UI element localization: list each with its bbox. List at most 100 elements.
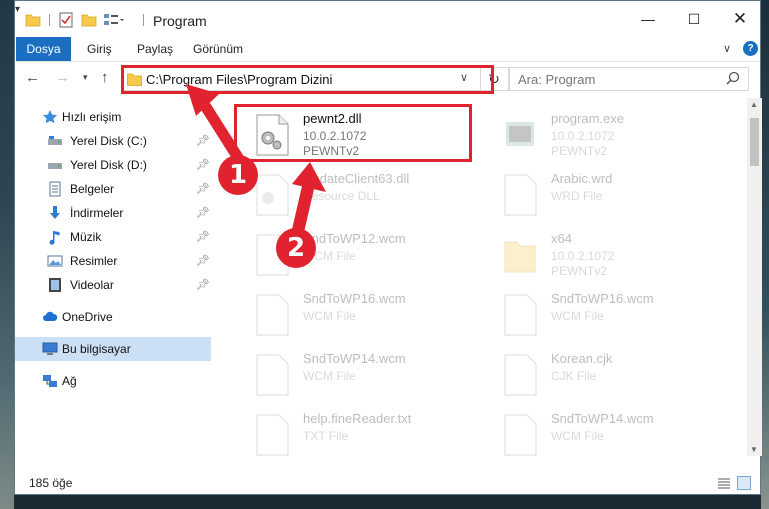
sidebar-item-downloads[interactable]: İndirmeler 📌︎ [15, 201, 211, 225]
properties-check-icon[interactable] [59, 12, 73, 28]
exe-file-icon [506, 122, 534, 146]
sidebar-item-this-pc[interactable]: Bu bilgisayar [15, 337, 211, 361]
file-tile[interactable]: help.fineReader.txt TXT File [227, 404, 467, 456]
folder-icon [504, 241, 536, 273]
pin-icon[interactable]: 📌︎ [196, 254, 210, 267]
music-icon [49, 231, 60, 245]
sidebar-item-network[interactable]: Ağ [15, 369, 211, 393]
minimize-button[interactable]: — [625, 1, 671, 37]
scroll-up-icon[interactable]: ▲ [750, 100, 758, 109]
file-name: x64 [551, 231, 572, 246]
file-description: PEWNTv2 [551, 264, 608, 278]
up-arrow-icon[interactable]: ↑ [101, 69, 109, 86]
navigation-pane: Hızlı erişim Yerel Disk (C:) 📌︎ Yerel Di… [15, 98, 211, 456]
vertical-scrollbar[interactable]: ▲ ▼ [747, 98, 762, 456]
file-name: SndToWP12.wcm [303, 231, 406, 246]
scrollbar-thumb[interactable] [750, 118, 759, 166]
file-name: SndToWP16.wcm [551, 291, 654, 306]
quick-access-dropdown-icon[interactable]: ▾ [15, 4, 20, 15]
tiles-view-icon[interactable] [737, 476, 751, 490]
separator [49, 14, 50, 26]
help-icon[interactable]: ? [743, 41, 758, 56]
folder-icon[interactable] [25, 12, 41, 28]
computer-icon [42, 342, 58, 355]
drive-icon [48, 136, 62, 145]
pin-icon[interactable]: 📌︎ [196, 158, 210, 171]
close-button[interactable]: ✕ [717, 1, 763, 37]
file-tile[interactable]: SndToWP16.wcm WCM File [475, 284, 715, 342]
file-type: WCM File [551, 309, 604, 323]
sidebar-item-label: Yerel Disk (C:) [70, 134, 147, 148]
sidebar-item-disk-d[interactable]: Yerel Disk (D:) 📌︎ [15, 153, 211, 177]
sidebar-item-label: Bu bilgisayar [62, 342, 131, 356]
blank-file-icon [256, 414, 289, 456]
view-options-icon[interactable] [103, 12, 125, 28]
ribbon-expand-icon[interactable]: ∨ [723, 42, 731, 55]
step-2-callout: 2 [276, 228, 316, 268]
sidebar-item-label: İndirmeler [70, 206, 124, 220]
file-name: program.exe [551, 111, 624, 126]
sidebar-item-videos[interactable]: Videolar 📌︎ [15, 273, 211, 297]
pin-icon[interactable]: 📌︎ [196, 278, 210, 291]
tab-gorunum[interactable]: Görünüm [193, 37, 243, 61]
file-type: WCM File [303, 309, 356, 323]
file-type: TXT File [303, 429, 349, 443]
window-title: Program [153, 13, 207, 29]
sidebar-item-music[interactable]: Müzik 📌︎ [15, 225, 211, 249]
search-input[interactable]: Ara: Program [518, 72, 595, 87]
pin-icon[interactable]: 📌︎ [196, 230, 210, 243]
file-tile[interactable]: SndToWP16.wcm WCM File [227, 284, 467, 342]
file-tile[interactable]: SndToWP12.wcm WCM File [227, 224, 467, 282]
back-arrow-icon[interactable]: ← [25, 69, 40, 86]
desktop-background-left [0, 0, 14, 509]
sidebar-item-label: Yerel Disk (D:) [70, 158, 147, 172]
pin-icon[interactable]: 📌︎ [196, 206, 210, 219]
sidebar-item-quick-access[interactable]: Hızlı erişim [15, 105, 211, 129]
sidebar-item-documents[interactable]: Belgeler 📌︎ [15, 177, 211, 201]
details-view-icon[interactable] [717, 476, 731, 490]
file-name: Arabic.wrd [551, 171, 613, 186]
sidebar-item-onedrive[interactable]: OneDrive [15, 305, 211, 329]
search-box[interactable]: Ara: Program [509, 67, 749, 91]
star-icon [42, 110, 58, 124]
pin-icon[interactable]: 📌︎ [196, 134, 210, 147]
sidebar-item-label: Ağ [62, 374, 77, 388]
tab-dosya[interactable]: Dosya [16, 37, 71, 61]
forward-arrow-icon[interactable]: → [55, 69, 70, 86]
file-name: Korean.cjk [551, 351, 613, 366]
documents-icon [49, 181, 61, 197]
file-type: WCM File [303, 369, 356, 383]
tab-paylas[interactable]: Paylaş [137, 37, 173, 61]
sidebar-item-label: OneDrive [62, 310, 113, 324]
blank-file-icon [256, 354, 289, 396]
status-bar: 185 öğe [15, 471, 760, 495]
maximize-button[interactable]: ☐ [671, 1, 717, 37]
search-icon[interactable] [726, 71, 740, 85]
file-tile[interactable]: x64 10.0.2.1072 PEWNTv2 [475, 224, 715, 282]
file-name: SndToWP14.wcm [551, 411, 654, 426]
sidebar-item-pictures[interactable]: Resimler 📌︎ [15, 249, 211, 273]
blank-file-icon [504, 174, 537, 216]
file-description: PEWNTv2 [551, 144, 608, 158]
file-name: SndToWP16.wcm [303, 291, 406, 306]
blank-file-icon [504, 294, 537, 336]
videos-icon [49, 278, 61, 292]
sidebar-item-disk-c[interactable]: Yerel Disk (C:) 📌︎ [15, 129, 211, 153]
sidebar-item-label: Videolar [70, 278, 114, 292]
desktop-background-right [761, 0, 769, 509]
file-tile[interactable]: Korean.cjk CJK File [475, 344, 715, 402]
tab-giris[interactable]: Giriş [87, 37, 112, 61]
pin-icon[interactable]: 📌︎ [196, 182, 210, 195]
file-tile[interactable]: SndToWP14.wcm WCM File [227, 344, 467, 402]
file-tile[interactable]: Arabic.wrd WRD File [475, 164, 715, 222]
file-tile[interactable]: program.exe 10.0.2.1072 PEWNTv2 [475, 104, 715, 162]
blank-file-icon [256, 294, 289, 336]
file-tile[interactable]: UpdateClient63.dll Resource DLL [227, 164, 467, 222]
scroll-down-icon[interactable]: ▼ [750, 445, 758, 454]
sidebar-item-label: Müzik [70, 230, 102, 244]
recent-locations-icon[interactable]: ▾ [83, 72, 88, 83]
file-version: 10.0.2.1072 [551, 129, 615, 143]
file-tile[interactable]: SndToWP14.wcm WCM File [475, 404, 715, 456]
new-folder-icon[interactable] [81, 12, 97, 28]
download-icon [50, 206, 60, 219]
